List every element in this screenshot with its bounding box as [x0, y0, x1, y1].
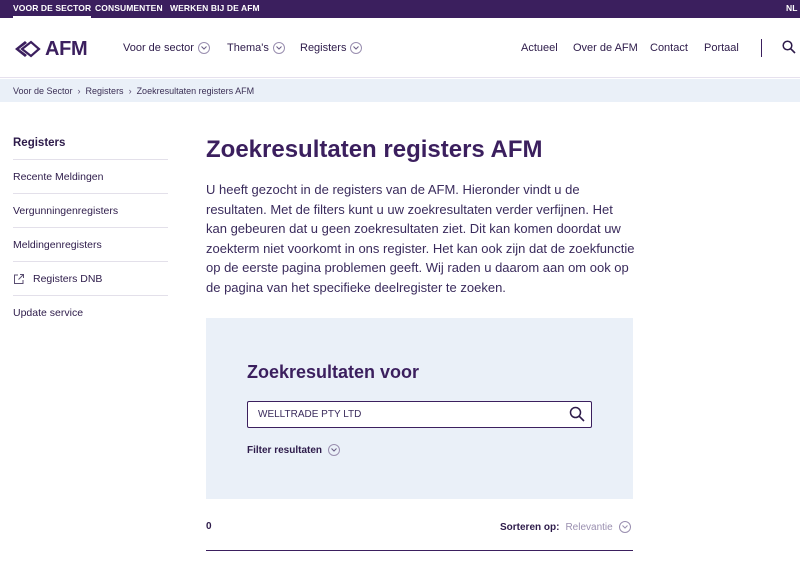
sidebar-item-label: Registers DNB	[33, 272, 103, 285]
nav-label: Registers	[300, 42, 347, 54]
breadcrumb-voor-de-sector[interactable]: Voor de Sector	[13, 86, 73, 96]
nav-actueel[interactable]: Actueel	[521, 40, 558, 56]
filter-results-toggle[interactable]: Filter resultaten	[247, 444, 341, 456]
sidebar-item-update-service[interactable]: Update service	[13, 296, 168, 330]
sidebar-item-registers[interactable]: Registers	[13, 126, 168, 160]
topbar-link-voor-de-sector[interactable]: VOOR DE SECTOR	[13, 0, 92, 18]
breadcrumb-registers[interactable]: Registers	[86, 86, 124, 96]
language-switch[interactable]: NL	[786, 0, 798, 18]
search-panel-title: Zoekresultaten voor	[247, 362, 420, 382]
sort-control[interactable]: Sorteren op: Relevantie	[500, 521, 631, 533]
main-header: AFM Voor de sector Thema's Registers Act…	[0, 18, 800, 78]
nav-themas[interactable]: Thema's	[227, 40, 285, 56]
sidebar: Registers Recente Meldingen Vergunningen…	[13, 126, 168, 330]
search-input[interactable]	[247, 401, 592, 428]
chevron-down-icon	[197, 42, 210, 54]
page-title: Zoekresultaten registers AFM	[206, 136, 543, 163]
sidebar-item-vergunningenregisters[interactable]: Vergunningenregisters	[13, 194, 168, 228]
nav-contact[interactable]: Contact	[650, 40, 688, 56]
chevron-down-icon	[328, 444, 341, 456]
sort-label: Sorteren op:	[500, 521, 560, 533]
intro-text: U heeft gezocht in de registers van de A…	[206, 182, 635, 295]
afm-logo-icon	[15, 40, 41, 58]
afm-logo[interactable]: AFM	[13, 37, 88, 60]
search-icon[interactable]	[782, 40, 796, 54]
external-link-icon	[14, 273, 24, 284]
search-icon[interactable]	[569, 406, 585, 422]
results-divider	[206, 550, 633, 551]
chevron-down-icon	[272, 42, 285, 54]
nav-divider	[761, 39, 762, 57]
breadcrumb-current: Zoekresultaten registers AFM	[136, 85, 255, 96]
top-bar: VOOR DE SECTOR CONSUMENTEN WERKEN BIJ DE…	[0, 0, 800, 18]
chevron-down-icon	[350, 42, 363, 54]
sidebar-item-registers-dnb[interactable]: Registers DNB	[13, 262, 168, 296]
topbar-link-werken-bij[interactable]: WERKEN BIJ DE AFM	[170, 0, 260, 18]
logo-text: AFM	[45, 37, 88, 60]
nav-label: Voor de sector	[123, 42, 194, 54]
topbar-link-consumenten[interactable]: CONSUMENTEN	[95, 0, 163, 18]
nav-registers[interactable]: Registers	[300, 40, 363, 56]
results-count: 0	[206, 521, 212, 532]
search-panel: Zoekresultaten voor Filter resultaten	[206, 318, 633, 499]
nav-portaal[interactable]: Portaal	[704, 40, 739, 56]
sidebar-item-meldingenregisters[interactable]: Meldingenregisters	[13, 228, 168, 262]
chevron-down-icon[interactable]	[618, 521, 631, 533]
filter-label: Filter resultaten	[247, 444, 323, 456]
chevron-right-icon: ›	[128, 85, 132, 96]
nav-label: Thema's	[227, 42, 269, 54]
breadcrumb: Voor de Sector › Registers › Zoekresulta…	[0, 79, 800, 102]
nav-over-de-afm[interactable]: Over de AFM	[573, 40, 638, 56]
sort-select-value[interactable]: Relevantie	[565, 522, 612, 533]
sidebar-item-recente-meldingen[interactable]: Recente Meldingen	[13, 160, 168, 194]
nav-voor-de-sector[interactable]: Voor de sector	[123, 40, 210, 56]
chevron-right-icon: ›	[77, 85, 81, 96]
